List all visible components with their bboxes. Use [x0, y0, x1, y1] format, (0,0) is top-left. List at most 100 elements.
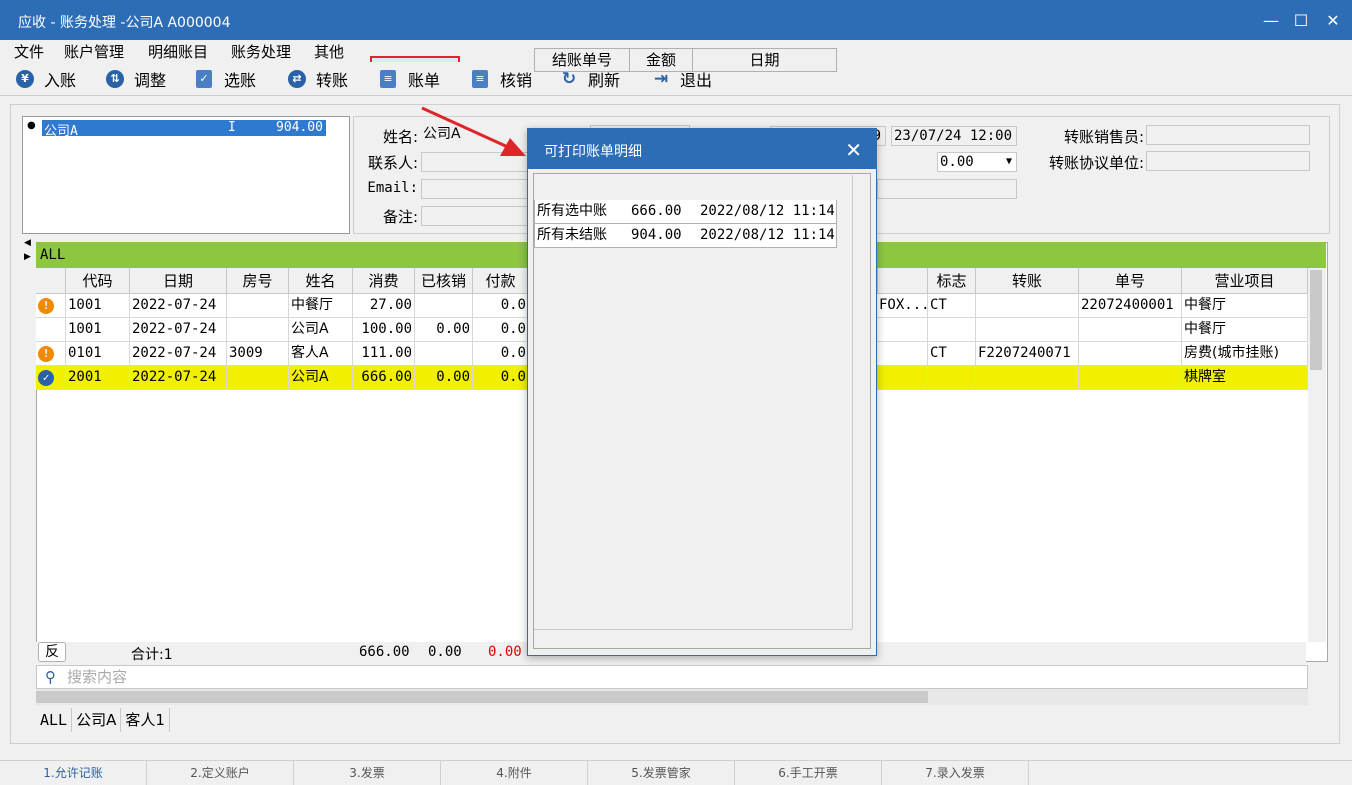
cell-transfer[interactable]	[976, 366, 1079, 390]
column-header-pay[interactable]: 付款	[473, 268, 529, 294]
reverse-button[interactable]: 反	[38, 642, 66, 662]
email-field[interactable]	[421, 179, 531, 199]
grid-horizontal-scrollbar[interactable]	[36, 689, 1308, 705]
cell-hidden[interactable]	[877, 318, 928, 342]
column-header-transfer[interactable]: 转账	[976, 268, 1079, 294]
cell-name[interactable]: 客人A	[289, 342, 353, 366]
status-invoice-manager[interactable]: 5.发票管家	[588, 761, 735, 785]
unit-field[interactable]	[1146, 151, 1310, 171]
bill-column-date[interactable]: 日期	[692, 48, 837, 72]
account-list-item[interactable]: 公司A I 904.00	[42, 120, 326, 139]
horizontal-scroll-thumb[interactable]	[36, 691, 928, 703]
bill-cell-date[interactable]: 2022/08/12 11:14	[692, 200, 837, 224]
menu-file[interactable]: 文件	[14, 41, 44, 62]
cell-transfer[interactable]: F2207240071	[976, 342, 1079, 366]
tab-all[interactable]: ALL	[36, 708, 73, 732]
cell-transfer[interactable]	[976, 318, 1079, 342]
cell-verified[interactable]	[415, 294, 473, 318]
cell-date[interactable]: 2022-07-24	[130, 366, 227, 390]
column-header-mark[interactable]: 标志	[928, 268, 976, 294]
cell-item[interactable]: 房费(城市挂账)	[1182, 342, 1308, 366]
cell-pay[interactable]: 0.0	[473, 342, 529, 366]
cell-code[interactable]: 1001	[66, 318, 130, 342]
tab-company-a[interactable]: 公司A	[72, 708, 122, 732]
bill-column-no[interactable]: 结账单号	[534, 48, 630, 72]
bill-list-horizontal-scrollbar[interactable]	[534, 629, 852, 647]
column-header-room[interactable]: 房号	[227, 268, 289, 294]
cell-date[interactable]: 2022-07-24	[130, 294, 227, 318]
cell-hidden[interactable]	[877, 342, 928, 366]
status-enter-invoice[interactable]: 7.录入发票	[882, 761, 1029, 785]
column-header-no[interactable]: 单号	[1079, 268, 1182, 294]
status-invoice[interactable]: 3.发票	[294, 761, 441, 785]
cell-item[interactable]: 棋牌室	[1182, 366, 1308, 390]
cell-room[interactable]: 3009	[227, 342, 289, 366]
cell-name[interactable]: 公司A	[289, 318, 353, 342]
cell-name[interactable]: 公司A	[289, 366, 353, 390]
status-allow-posting[interactable]: 1.允许记账	[0, 761, 147, 785]
cell-verified[interactable]: 0.00	[415, 366, 473, 390]
bill-cell-date[interactable]: 2022/08/12 11:14	[692, 224, 837, 248]
cell-date[interactable]: 2022-07-24	[130, 318, 227, 342]
cell-room[interactable]	[227, 294, 289, 318]
cell-verified[interactable]: 0.00	[415, 318, 473, 342]
cell-no[interactable]: 22072400001	[1079, 294, 1182, 318]
cell-pay[interactable]: 0.0	[473, 366, 529, 390]
cell-mark[interactable]: CT	[928, 342, 976, 366]
menu-detail[interactable]: 明细账目	[148, 41, 208, 62]
date-field[interactable]: 23/07/24 12:00	[891, 126, 1017, 146]
bill-button[interactable]: ≡ 账单	[380, 66, 440, 92]
table-row[interactable]	[36, 318, 66, 342]
dialog-close-icon[interactable]: ✕	[845, 138, 862, 162]
cell-item[interactable]: 中餐厅	[1182, 294, 1308, 318]
bill-cell-amount[interactable]: 904.00	[629, 224, 693, 248]
menu-account-manage[interactable]: 账户管理	[64, 41, 124, 62]
column-header-verified[interactable]: 已核销	[415, 268, 473, 294]
bill-column-amount[interactable]: 金额	[629, 48, 693, 72]
bill-cell-amount[interactable]: 666.00	[629, 200, 693, 224]
cell-name[interactable]: 中餐厅	[289, 294, 353, 318]
cell-transfer[interactable]	[976, 294, 1079, 318]
cell-hidden[interactable]	[877, 366, 928, 390]
cell-no[interactable]	[1079, 318, 1182, 342]
cell-consume[interactable]: 100.00	[353, 318, 415, 342]
cell-pay[interactable]: 0.0	[473, 318, 529, 342]
status-attachment[interactable]: 4.附件	[441, 761, 588, 785]
vertical-scroll-thumb[interactable]	[1310, 270, 1322, 370]
splitter-left-icon[interactable]: ◀	[24, 238, 31, 248]
cell-mark[interactable]: CT	[928, 294, 976, 318]
close-icon[interactable]: ✕	[1320, 8, 1346, 34]
cell-mark[interactable]	[928, 366, 976, 390]
bill-list-vertical-scrollbar[interactable]	[852, 175, 868, 629]
cell-no[interactable]	[1079, 342, 1182, 366]
column-header-consume[interactable]: 消费	[353, 268, 415, 294]
writeoff-button[interactable]: ≡ 核销	[472, 66, 532, 92]
cell-item[interactable]: 中餐厅	[1182, 318, 1308, 342]
cell-pay[interactable]: 0.0	[473, 294, 529, 318]
name-field[interactable]: 公司A	[421, 125, 541, 145]
cell-mark[interactable]	[928, 318, 976, 342]
adjust-button[interactable]: ⇅ 调整	[106, 66, 166, 92]
menu-other[interactable]: 其他	[314, 41, 344, 62]
search-input[interactable]: ⚲ 搜索内容	[36, 665, 1308, 689]
column-header-code[interactable]: 代码	[66, 268, 130, 294]
transfer-button[interactable]: ⇄ 转账	[288, 66, 348, 92]
splitter-right-icon[interactable]: ▶	[24, 252, 31, 262]
cell-room[interactable]	[227, 318, 289, 342]
minimize-icon[interactable]: —	[1258, 8, 1284, 34]
cell-consume[interactable]: 27.00	[353, 294, 415, 318]
tab-guest-1[interactable]: 客人1	[121, 708, 170, 732]
status-manual-invoice[interactable]: 6.手工开票	[735, 761, 882, 785]
column-header-item[interactable]: 营业项目	[1182, 268, 1308, 294]
rate-select[interactable]: 0.00 ▼	[937, 152, 1017, 172]
cell-room[interactable]	[227, 366, 289, 390]
grid-vertical-scrollbar[interactable]	[1308, 268, 1326, 642]
info-field-3[interactable]	[877, 179, 1017, 199]
cell-code[interactable]: 1001	[66, 294, 130, 318]
cell-no[interactable]	[1079, 366, 1182, 390]
sales-field[interactable]	[1146, 125, 1310, 145]
menu-accounting[interactable]: 账务处理	[231, 41, 291, 62]
cell-consume[interactable]: 111.00	[353, 342, 415, 366]
contact-field[interactable]	[421, 152, 531, 172]
column-header-date[interactable]: 日期	[130, 268, 227, 294]
